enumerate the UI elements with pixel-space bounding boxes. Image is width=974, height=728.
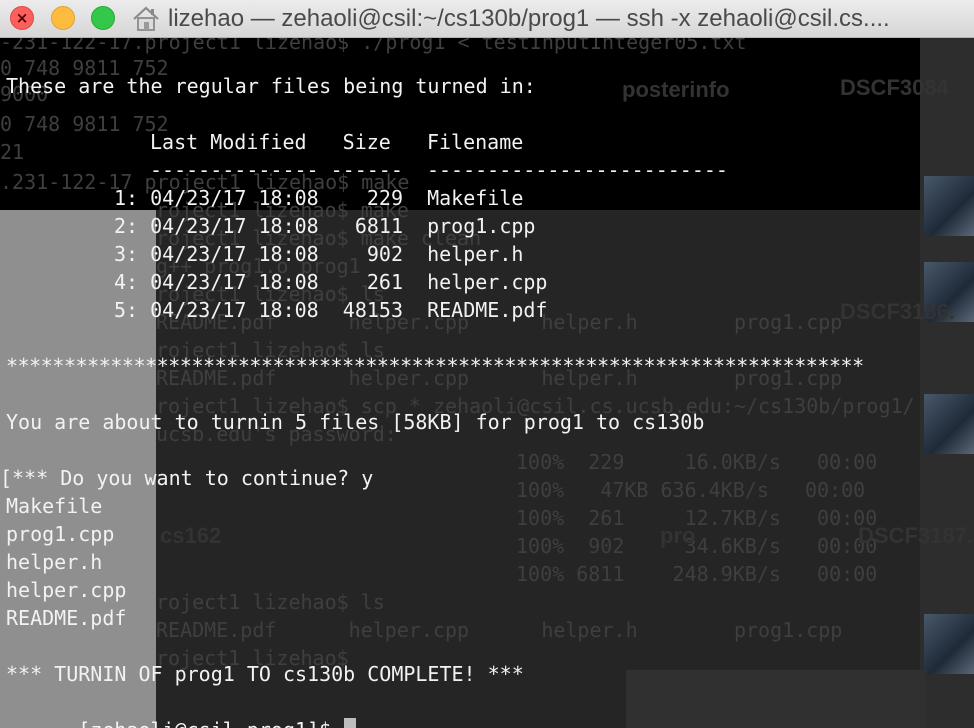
listing-item: Makefile [6, 494, 103, 518]
title-bar[interactable]: × lizehao — zehaoli@csil:~/cs130b/prog1 … [0, 0, 974, 38]
file-table-rule: -------------- ------ ------------------… [150, 158, 728, 182]
listing-item: README.pdf [6, 606, 127, 630]
close-icon: × [15, 9, 29, 27]
terminal-output[interactable]: These are the regular files being turned… [0, 38, 974, 728]
file-table-row: 4: 04/23/17 18:08 261 helper.cpp [114, 270, 548, 294]
listing-item: helper.cpp [6, 578, 127, 602]
minimize-button[interactable] [51, 6, 75, 30]
shell-prompt-line[interactable]: [zehaoli@csil prog1]$ [6, 688, 357, 728]
file-table-header: Last Modified Size Filename [150, 130, 524, 154]
terminal-window: × lizehao — zehaoli@csil:~/cs130b/prog1 … [0, 0, 974, 728]
file-table-row: 5: 04/23/17 18:08 48153 README.pdf [114, 298, 548, 322]
turnin-intro: These are the regular files being turned… [6, 74, 536, 98]
file-table-row: 2: 04/23/17 18:08 6811 prog1.cpp [114, 214, 536, 238]
zoom-button[interactable] [91, 6, 115, 30]
home-icon [133, 6, 159, 31]
turnin-complete-message: *** TURNIN OF prog1 TO cs130b COMPLETE! … [6, 662, 524, 686]
close-button[interactable]: × [10, 6, 34, 30]
turnin-summary: You are about to turnin 5 files [58KB] f… [6, 410, 705, 434]
shell-prompt: [zehaoli@csil prog1]$ [78, 718, 343, 728]
file-table-row: 1: 04/23/17 18:08 229 Makefile [114, 186, 524, 210]
continue-prompt: [*** Do you want to continue? y [0, 466, 374, 490]
file-table-row: 3: 04/23/17 18:08 902 helper.h [114, 242, 524, 266]
listing-item: prog1.cpp [6, 522, 115, 546]
listing-item: helper.h [6, 550, 103, 574]
text-cursor [344, 718, 357, 728]
separator-stars: ****************************************… [6, 354, 864, 378]
window-title: lizehao — zehaoli@csil:~/cs130b/prog1 — … [168, 5, 890, 32]
